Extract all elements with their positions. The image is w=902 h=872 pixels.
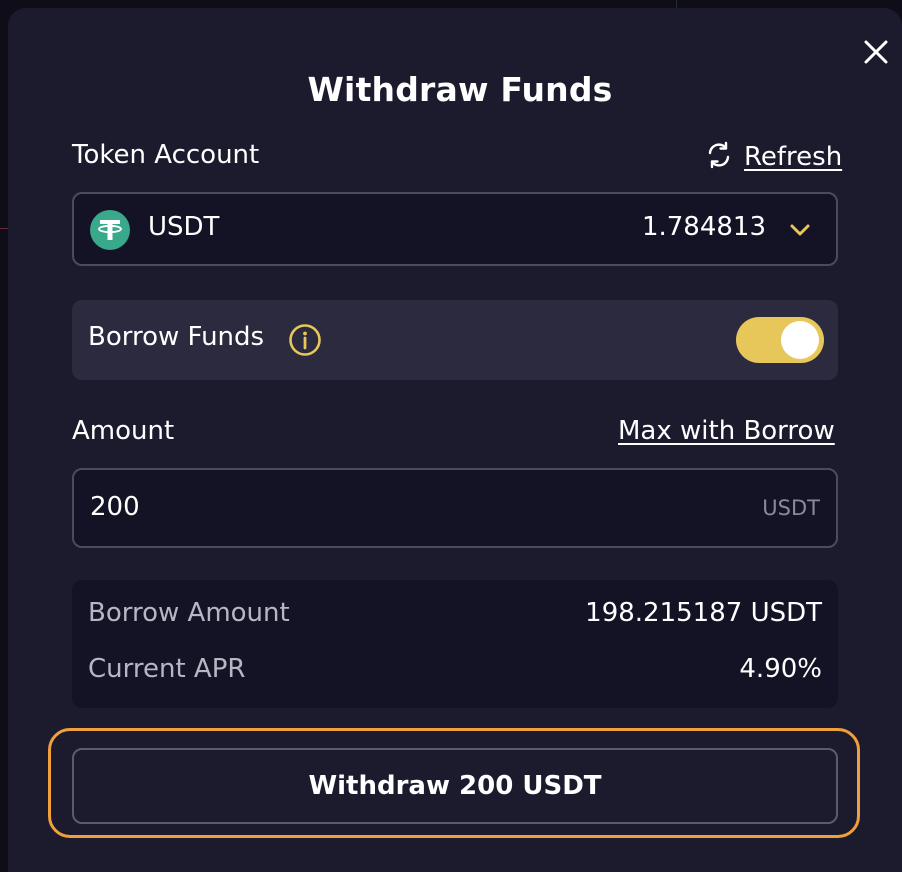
amount-value: 200: [90, 492, 140, 522]
borrow-funds-row: Borrow Funds: [72, 300, 838, 380]
refresh-button[interactable]: Refresh: [704, 140, 842, 174]
chevron-down-icon: [788, 218, 812, 242]
current-apr-label: Current APR: [88, 654, 246, 684]
borrow-amount-label: Borrow Amount: [88, 598, 290, 628]
info-icon[interactable]: [288, 323, 322, 357]
amount-unit: USDT: [762, 496, 820, 520]
borrow-funds-toggle[interactable]: [736, 317, 824, 363]
toggle-knob: [781, 321, 819, 359]
refresh-icon: [704, 140, 734, 174]
modal-title: Withdraw Funds: [307, 70, 613, 109]
withdraw-button[interactable]: Withdraw 200 USDT: [72, 748, 838, 824]
tether-icon: [90, 210, 130, 250]
background-chart-mark: [0, 228, 8, 229]
amount-label: Amount: [72, 416, 175, 446]
borrow-amount-value: 198.215187 USDT: [585, 598, 822, 628]
selected-token-name: USDT: [148, 212, 220, 242]
token-account-select[interactable]: USDT 1.784813: [72, 192, 838, 266]
borrow-funds-label: Borrow Funds: [88, 322, 265, 352]
current-apr-value: 4.90%: [739, 654, 822, 684]
close-icon[interactable]: [860, 36, 892, 68]
refresh-link[interactable]: Refresh: [744, 142, 842, 172]
borrow-summary: Borrow Amount 198.215187 USDT Current AP…: [72, 580, 838, 708]
token-account-label: Token Account: [72, 140, 260, 170]
max-with-borrow-link[interactable]: Max with Borrow: [618, 416, 835, 446]
amount-input[interactable]: 200 USDT: [72, 468, 838, 548]
token-balance: 1.784813: [641, 212, 766, 242]
